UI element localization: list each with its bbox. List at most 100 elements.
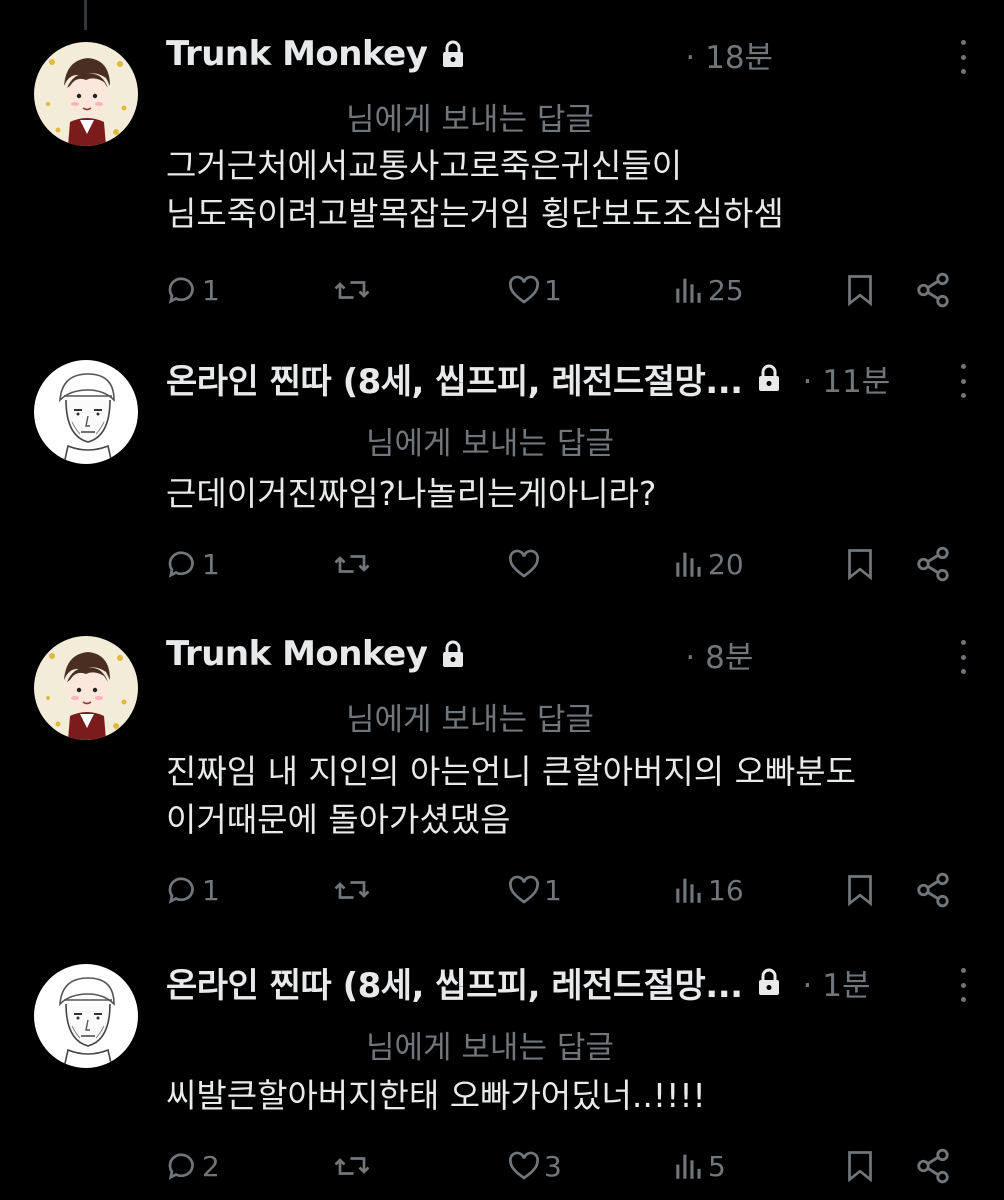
share-button[interactable] [914,868,952,912]
tweet-header: 온라인 찐따 (8세, 씹프피, 레전드절망... · 1분 [166,958,871,1006]
display-name[interactable]: Trunk Monkey [166,634,428,674]
tweet-header: Trunk Monkey · 8분 [166,630,753,678]
tweet-text-line: 그거근처에서교통사고로죽은귀신들이 [166,146,683,185]
lock-icon [757,364,781,392]
reply-count: 1 [202,873,220,907]
retweet-arrows-icon [334,555,370,573]
retweet-button[interactable] [332,268,374,312]
speech-bubble-icon [168,551,194,578]
bookmark-icon [848,875,872,907]
like-button[interactable] [506,542,544,586]
retweet-arrows-icon [334,1157,370,1175]
like-count: 3 [544,1149,562,1183]
share-nodes-icon [917,872,949,908]
like-button[interactable]: 1 [506,268,562,312]
retweet-button[interactable] [332,1144,374,1188]
tweet-header: 온라인 찐따 (8세, 씹프피, 레전드절망... · 11분 [166,354,890,402]
like-count: 1 [544,273,562,307]
bar-chart-icon [676,878,701,903]
reply-count: 2 [202,1149,220,1183]
action-bar: 1 20 [0,542,1004,586]
share-button[interactable] [914,542,952,586]
like-button[interactable]: 1 [506,868,562,912]
tweet-text-line: 씨발큰할아버지한태 오빠가어딨너..!!!! [166,1076,706,1115]
timestamp[interactable]: · 8분 [685,632,753,677]
tweet-header: Trunk Monkey · 18분 [166,30,773,78]
reply-button[interactable]: 1 [164,868,220,912]
views-button[interactable]: 16 [672,868,744,912]
views-button[interactable]: 5 [672,1144,726,1188]
reply-count: 1 [202,547,220,581]
tweet-text: 근데이거진짜임?나놀리는게아니라? [166,470,656,518]
tweet-text: 그거근처에서교통사고로죽은귀신들이 님도죽이려고발목잡는거임 횡단보도조심하셈 [166,142,784,238]
reply-button[interactable]: 1 [164,268,220,312]
views-button[interactable]: 20 [672,542,744,586]
view-count: 5 [708,1149,726,1183]
tweet-text: 씨발큰할아버지한태 오빠가어딨너..!!!! [166,1072,706,1120]
action-bar: 1 1 16 [0,868,1004,912]
tweet-text-line: 님도죽이려고발목잡는거임 횡단보도조심하셈 [166,194,784,233]
share-nodes-icon [917,546,949,582]
more-options-icon[interactable] [958,968,968,1002]
views-button[interactable]: 25 [672,268,744,312]
avatar[interactable] [34,636,138,740]
timestamp[interactable]: · 11분 [803,356,891,401]
action-bar: 1 1 25 [0,268,1004,312]
view-count: 16 [708,873,744,907]
lock-icon [757,968,781,996]
heart-icon [509,1151,539,1180]
reply-button[interactable]: 2 [164,1144,220,1188]
tweet-text-line: 이거때문에 돌아가셨댔음 [166,800,511,839]
replying-to-label: 님에게 보내는 답글 [346,702,594,738]
retweet-arrows-icon [334,281,370,299]
display-name[interactable]: Trunk Monkey [166,34,428,74]
avatar[interactable] [34,964,138,1068]
view-count: 20 [708,547,744,581]
speech-bubble-icon [168,277,194,304]
retweet-button[interactable] [332,868,374,912]
more-options-icon[interactable] [958,640,968,674]
tweet-text-line: 근데이거진짜임?나놀리는게아니라? [166,474,657,513]
lock-icon [441,640,465,668]
bar-chart-icon [676,278,701,303]
heart-icon [509,875,539,904]
reply-button[interactable]: 1 [164,542,220,586]
bookmark-button[interactable] [842,542,878,586]
like-count: 1 [544,873,562,907]
share-button[interactable] [914,1144,952,1188]
action-bar: 2 3 5 [0,1144,1004,1188]
replying-to-label: 님에게 보내는 답글 [366,1030,614,1066]
bar-chart-icon [676,552,701,577]
reply-count: 1 [202,273,220,307]
share-button[interactable] [914,268,952,312]
speech-bubble-icon [168,877,194,904]
more-options-icon[interactable] [958,40,968,74]
speech-bubble-icon [168,1153,194,1180]
bookmark-button[interactable] [842,1144,878,1188]
like-button[interactable]: 3 [506,1144,562,1188]
replying-to-label: 님에게 보내는 답글 [346,102,594,138]
display-name[interactable]: 온라인 찐따 (8세, 씹프피, 레전드절망... [166,958,743,1007]
view-count: 25 [708,273,744,307]
bookmark-icon [848,1151,872,1183]
display-name[interactable]: 온라인 찐따 (8세, 씹프피, 레전드절망... [166,354,743,403]
retweet-button[interactable] [332,542,374,586]
more-options-icon[interactable] [958,364,968,398]
bookmark-icon [848,549,872,581]
bookmark-icon [848,275,872,307]
avatar[interactable] [34,42,138,146]
timestamp[interactable]: · 1분 [803,960,871,1005]
retweet-arrows-icon [334,881,370,899]
share-nodes-icon [917,1148,949,1184]
bar-chart-icon [676,1154,701,1179]
bookmark-button[interactable] [842,868,878,912]
timestamp[interactable]: · 18분 [685,32,773,77]
thread-connector-line [84,0,87,30]
replying-to-label: 님에게 보내는 답글 [366,426,614,462]
share-nodes-icon [917,272,949,308]
lock-icon [441,40,465,68]
tweet-text-line: 진짜임 내 지인의 아는언니 큰할아버지의 오빠분도 [166,752,857,791]
heart-icon [509,549,539,578]
avatar[interactable] [34,360,138,464]
bookmark-button[interactable] [842,268,878,312]
